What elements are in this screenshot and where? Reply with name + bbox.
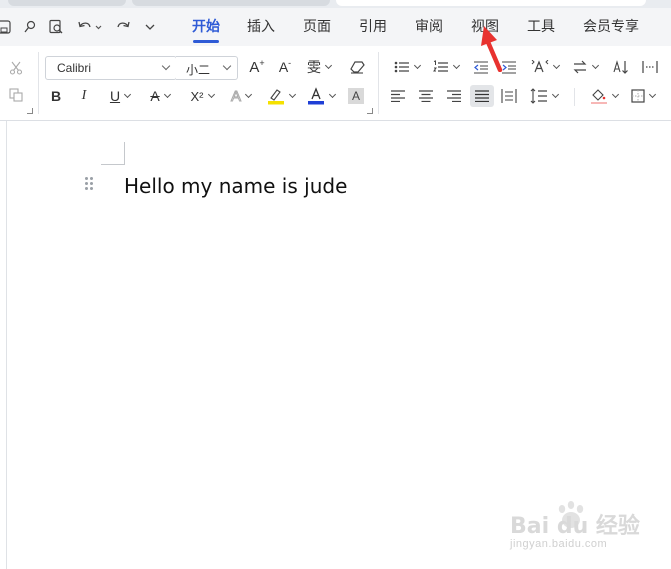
window-tab[interactable]: [8, 0, 126, 6]
copy-icon[interactable]: [7, 87, 25, 103]
window-tab-active[interactable]: [336, 0, 646, 6]
grow-font-label: A: [249, 58, 260, 76]
margin-corner-mark: [101, 164, 124, 165]
ribbon-toolbar: Calibri 小二 A + A- 雯 B I U A X² A A: [0, 46, 671, 121]
bullet-list-button[interactable]: [391, 58, 423, 76]
chevron-down-icon: [648, 90, 657, 99]
print-preview-icon[interactable]: [47, 19, 65, 35]
font-dialog-launcher-icon[interactable]: [367, 108, 373, 114]
superscript-label: X²: [190, 88, 204, 104]
tab-page[interactable]: 页面: [303, 18, 331, 36]
highlighter-icon: [268, 89, 284, 105]
chevron-down-icon: [124, 90, 132, 99]
char-shading-label: A: [351, 89, 360, 103]
chevron-down-icon: [163, 90, 171, 99]
font-size-value: 小二: [186, 63, 211, 77]
chevron-down-icon: [611, 90, 620, 99]
text-effect-button[interactable]: A: [226, 87, 256, 105]
line-spacing-button[interactable]: [528, 87, 560, 105]
tab-review[interactable]: 审阅: [415, 18, 443, 36]
undo-icon[interactable]: [76, 19, 104, 35]
chevron-down-icon: [328, 90, 337, 99]
watermark-logo-text: Bai du 经验: [510, 514, 640, 539]
sort-direction-button[interactable]: [570, 58, 600, 76]
pinyin-guide-button[interactable]: 雯: [304, 58, 334, 76]
group-separator: [38, 52, 39, 114]
underline-label: U: [109, 88, 121, 104]
distributed-align-button[interactable]: [499, 87, 519, 105]
chevron-down-icon: [552, 61, 561, 70]
active-tab-indicator: [193, 40, 219, 43]
clipboard-dialog-launcher-icon[interactable]: [27, 108, 33, 114]
paint-bucket-icon: [591, 89, 607, 104]
font-size-select[interactable]: 小二: [176, 56, 238, 80]
chevron-down-icon: [551, 90, 560, 99]
font-color-icon: [308, 87, 324, 105]
chevron-down-icon: [413, 61, 422, 70]
bold-label: B: [50, 88, 62, 104]
highlight-color-button[interactable]: [266, 86, 297, 106]
chevron-down-icon: [161, 61, 171, 71]
watermark-url: jingyan.baidu.com: [510, 538, 608, 550]
chevron-down-icon: [244, 90, 253, 99]
redo-icon[interactable]: [115, 19, 141, 35]
window-tab[interactable]: [132, 0, 330, 6]
group-separator: [574, 88, 575, 106]
chevron-down-icon: [222, 61, 232, 71]
italic-label: I: [81, 88, 87, 103]
align-left-button[interactable]: [388, 87, 408, 105]
annotation-arrow-icon: [481, 26, 503, 72]
justify-button[interactable]: [470, 85, 494, 107]
underline-button[interactable]: U: [106, 87, 134, 105]
align-center-button[interactable]: [416, 87, 436, 105]
chevron-down-icon: [591, 61, 600, 70]
save-icon[interactable]: [0, 19, 12, 35]
strikethrough-label: A: [150, 88, 160, 104]
document-body-text[interactable]: Hello my name is jude: [124, 174, 347, 198]
text-direction-button[interactable]: [530, 58, 561, 76]
chevron-down-icon: [452, 61, 461, 70]
font-color-button[interactable]: [305, 86, 337, 106]
pinyin-label: 雯: [307, 60, 321, 76]
tab-references[interactable]: 引用: [359, 18, 387, 36]
quick-access-more-icon[interactable]: [142, 19, 158, 35]
page-edge: [6, 121, 7, 569]
show-marks-icon[interactable]: [640, 58, 660, 76]
grow-font-button[interactable]: A +: [248, 58, 266, 76]
strikethrough-button[interactable]: A: [145, 87, 175, 105]
baidu-jingyan-watermark: Bai du 经验 jingyan.baidu.com: [510, 500, 650, 560]
borders-button[interactable]: [627, 87, 659, 105]
char-shading-button[interactable]: A: [348, 88, 364, 104]
paragraph-drag-handle-icon[interactable]: [85, 177, 93, 191]
bold-button[interactable]: B: [48, 87, 64, 105]
export-icon[interactable]: [22, 19, 38, 35]
text-effect-label: A: [230, 87, 241, 105]
chevron-down-icon: [207, 90, 215, 99]
chevron-down-icon: [324, 61, 333, 70]
shrink-font-label: A: [278, 59, 289, 75]
sort-icon[interactable]: [611, 58, 631, 76]
tab-insert[interactable]: 插入: [247, 18, 275, 36]
tab-member[interactable]: 会员专享: [583, 18, 639, 36]
font-name-select[interactable]: Calibri: [45, 56, 177, 80]
shading-button[interactable]: [588, 86, 620, 106]
margin-corner-mark: [124, 142, 125, 165]
font-name-value: Calibri: [57, 61, 92, 75]
italic-button[interactable]: I: [76, 87, 92, 105]
shrink-font-button[interactable]: A-: [276, 58, 294, 76]
align-right-button[interactable]: [444, 87, 464, 105]
group-separator: [378, 52, 379, 114]
tab-tools[interactable]: 工具: [527, 18, 555, 36]
numbered-list-button[interactable]: [430, 58, 462, 76]
window-tab-strip: [0, 0, 671, 8]
tab-home[interactable]: 开始: [192, 18, 220, 36]
cut-icon[interactable]: [7, 60, 25, 76]
chevron-down-icon: [288, 90, 297, 99]
superscript-button[interactable]: X²: [186, 87, 218, 105]
menu-bar: 开始 插入 页面 引用 审阅 视图 工具 会员专享: [0, 8, 671, 46]
clear-format-icon[interactable]: [347, 58, 367, 76]
